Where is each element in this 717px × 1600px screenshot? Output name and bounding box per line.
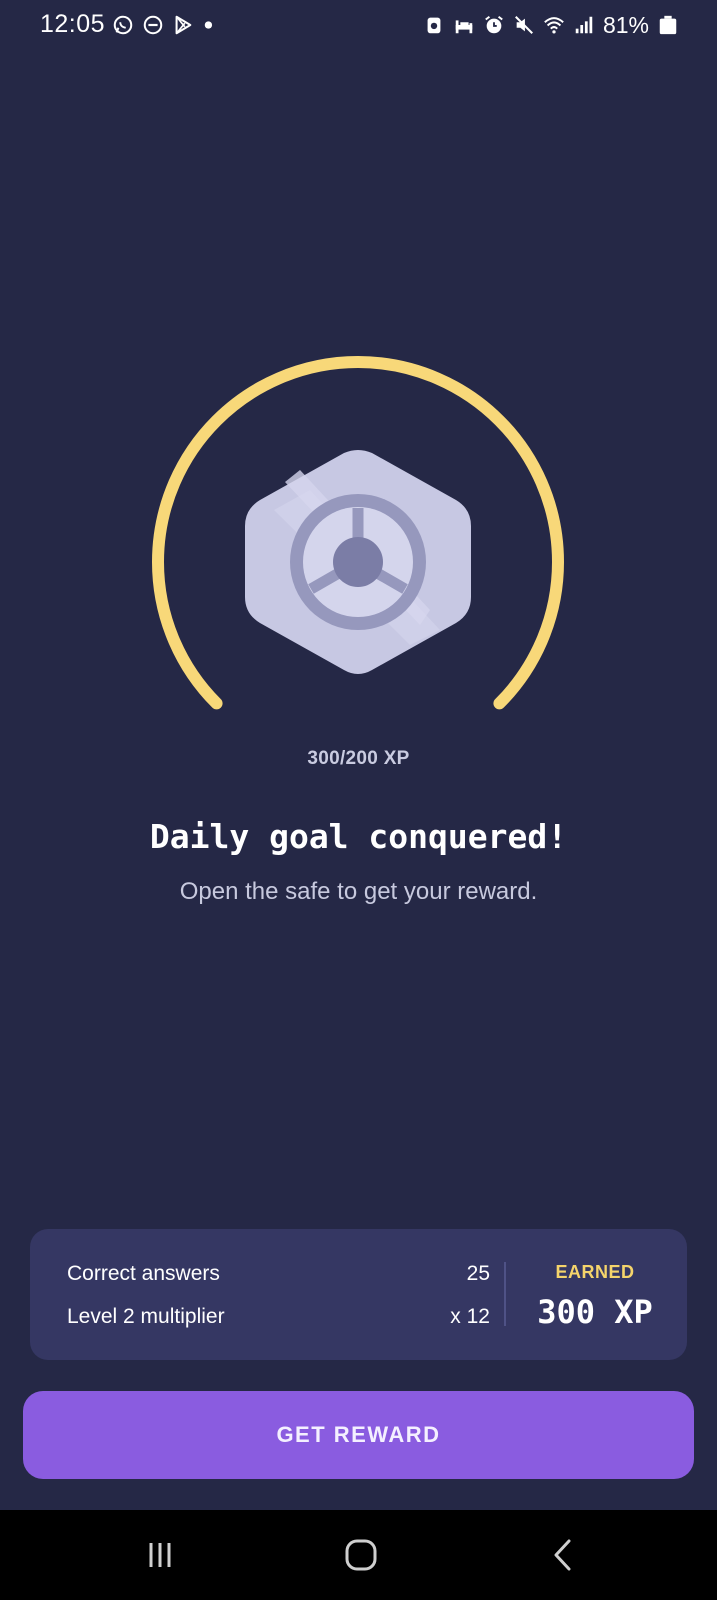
system-nav-bar [0,1510,717,1600]
whatsapp-icon [113,15,133,35]
alarm-icon [485,15,503,34]
page-subtitle: Open the safe to get your reward. [179,878,538,905]
bed-icon [455,20,473,34]
do-not-disturb-icon [143,15,163,35]
status-bar: 12:05 81% [0,0,717,50]
status-left-icons [112,12,224,38]
wifi-icon [544,17,564,34]
play-store-icon [175,15,192,35]
recent-apps-icon [149,1543,171,1567]
status-right-icons: 81% [423,12,679,38]
mute-icon [514,16,533,34]
backup-icon [427,17,441,34]
status-time: 12:05 [40,10,106,38]
dot-icon [204,21,213,29]
multiplier-label: Level 2 multiplier [67,1305,225,1328]
battery-percent: 81% [602,11,649,38]
back-icon [554,1539,571,1571]
progress-ring-graphic [152,356,564,710]
xp-progress-text: 300/200 XP [307,748,410,769]
home-icon [345,1539,377,1571]
signal-icon [575,16,593,34]
home-button[interactable] [316,1510,406,1600]
goal-progress-ring [0,340,717,740]
back-button[interactable] [518,1510,608,1600]
correct-answers-label: Correct answers [67,1262,220,1285]
correct-answers-value: 25 [466,1262,490,1285]
earned-value: 300 XP [537,1293,653,1331]
reward-summary-card: Correct answers 25 Level 2 multiplier x … [30,1229,687,1360]
page-title: Daily goal conquered! [149,817,568,856]
get-reward-button[interactable]: GET REWARD [23,1391,694,1479]
battery-icon [659,15,677,35]
recent-apps-button[interactable] [115,1510,205,1600]
safe-dial-icon [245,450,471,674]
multiplier-value: x 12 [450,1305,490,1328]
earned-label: EARNED [555,1262,635,1282]
card-divider [504,1262,506,1326]
